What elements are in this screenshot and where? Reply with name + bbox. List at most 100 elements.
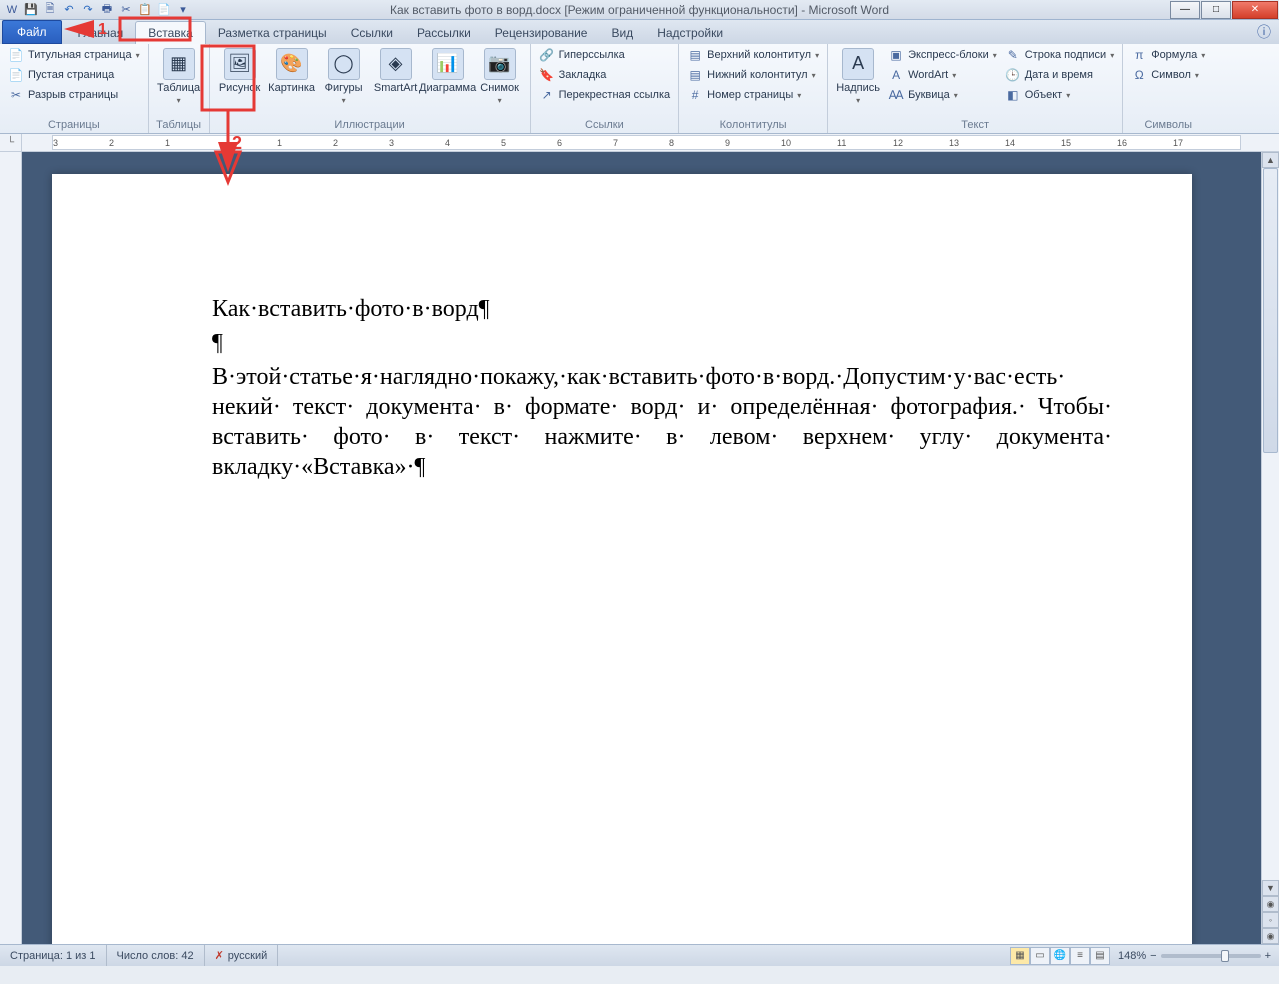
symbol-button[interactable]: ΩСимвол [1129, 66, 1207, 84]
file-tab[interactable]: Файл [2, 20, 62, 44]
date-time-button[interactable]: 🕒Дата и время [1003, 66, 1116, 84]
doc-body[interactable]: В·этой·статье·я·наглядно·покажу,·как·вст… [212, 362, 1112, 482]
ruler-toggle[interactable] [1261, 134, 1279, 151]
zoom-knob[interactable] [1221, 950, 1229, 962]
text-box-icon: A [842, 48, 874, 80]
document-page[interactable]: Как·вставить·фото·в·ворд¶ ¶ В·этой·стать… [52, 174, 1192, 944]
zoom-level[interactable]: 148% [1118, 950, 1146, 962]
tab-mailings[interactable]: Рассылки [405, 22, 483, 44]
draft-view[interactable]: ▤ [1090, 947, 1110, 965]
ruler-corner[interactable]: └ [0, 134, 22, 151]
equation-button[interactable]: πФормула [1129, 46, 1207, 64]
word-logo-icon: W [4, 2, 20, 18]
outline-view[interactable]: ≡ [1070, 947, 1090, 965]
drop-cap-label: Буквица [908, 89, 950, 101]
bookmark-button[interactable]: 🔖Закладка [537, 66, 673, 84]
cut-icon[interactable]: ✂ [118, 2, 134, 18]
smartart-button[interactable]: ◈SmartArt [372, 46, 420, 96]
table-button[interactable]: ▦ Таблица [155, 46, 203, 108]
help-icon[interactable]: ⓘ [1249, 20, 1279, 44]
tab-review[interactable]: Рецензирование [483, 22, 600, 44]
tab-home[interactable]: Главная [66, 22, 136, 44]
cover-page-button[interactable]: 📄Титульная страница [6, 46, 142, 64]
hyperlink-button[interactable]: 🔗Гиперссылка [537, 46, 673, 64]
status-language[interactable]: ✗ русский [205, 945, 279, 966]
page-break-button[interactable]: ✂Разрыв страницы [6, 86, 142, 104]
minimize-button[interactable]: — [1170, 1, 1200, 19]
wordart-button[interactable]: AWordArt [886, 66, 999, 84]
browse-object-button[interactable]: ◦ [1262, 912, 1279, 928]
drop-cap-button[interactable]: ꜲБуквица [886, 86, 999, 104]
quick-parts-label: Экспресс-блоки [908, 49, 989, 61]
picture-button[interactable]: 🖼Рисунок [216, 46, 264, 96]
print-layout-view[interactable]: ▦ [1010, 947, 1030, 965]
web-layout-view[interactable]: 🌐 [1050, 947, 1070, 965]
close-button[interactable]: ✕ [1232, 1, 1278, 19]
quick-parts-icon: ▣ [888, 47, 904, 63]
window-controls: — □ ✕ [1170, 1, 1279, 19]
clipart-label: Картинка [268, 82, 315, 94]
doc-empty-para[interactable]: ¶ [212, 328, 1112, 358]
header-label: Верхний колонтитул [707, 49, 811, 61]
text-box-button[interactable]: AНадпись [834, 46, 882, 108]
tab-addins[interactable]: Надстройки [645, 22, 735, 44]
chart-label: Диаграмма [419, 82, 476, 94]
status-page[interactable]: Страница: 1 из 1 [0, 945, 107, 966]
prev-page-button[interactable]: ◉ [1262, 896, 1279, 912]
quick-access-toolbar: W 💾 🗎 ↶ ↷ 🖶 ✂ 📋 📄 ▾ [0, 2, 191, 18]
tab-page-layout[interactable]: Разметка страницы [206, 22, 339, 44]
redo-icon[interactable]: ↷ [80, 2, 96, 18]
object-button[interactable]: ◧Объект [1003, 86, 1116, 104]
chart-button[interactable]: 📊Диаграмма [424, 46, 472, 96]
header-button[interactable]: ▤Верхний колонтитул [685, 46, 821, 64]
cover-page-icon: 📄 [8, 47, 24, 63]
document-scroll-area[interactable]: Как·вставить·фото·в·ворд¶ ¶ В·этой·стать… [22, 152, 1261, 944]
qat-menu-icon[interactable]: ▾ [175, 2, 191, 18]
next-page-button[interactable]: ◉ [1262, 928, 1279, 944]
tab-references[interactable]: Ссылки [339, 22, 405, 44]
quick-print-icon[interactable]: 🗎 [42, 2, 58, 18]
group-pages: 📄Титульная страница 📄Пустая страница ✂Ра… [0, 44, 149, 133]
tab-insert[interactable]: Вставка [135, 21, 206, 44]
status-bar: Страница: 1 из 1 Число слов: 42 ✗ русски… [0, 944, 1279, 966]
horizontal-ruler[interactable]: 3211234567891011121314151617 [52, 135, 1241, 150]
page-number-button[interactable]: #Номер страницы [685, 86, 821, 104]
scroll-thumb[interactable] [1263, 168, 1278, 453]
copy-icon[interactable]: 📋 [137, 2, 153, 18]
signature-line-button[interactable]: ✎Строка подписи [1003, 46, 1116, 64]
zoom-slider[interactable] [1161, 954, 1261, 958]
undo-icon[interactable]: ↶ [61, 2, 77, 18]
clipart-button[interactable]: 🎨 Картинка [268, 46, 316, 96]
blank-page-button[interactable]: 📄Пустая страница [6, 66, 142, 84]
work-area: Как·вставить·фото·в·ворд¶ ¶ В·этой·стать… [0, 152, 1279, 944]
scroll-down-button[interactable]: ▼ [1262, 880, 1279, 896]
screenshot-button[interactable]: 📷Снимок [476, 46, 524, 108]
full-screen-view[interactable]: ▭ [1030, 947, 1050, 965]
chart-icon: 📊 [432, 48, 464, 80]
vertical-ruler[interactable] [0, 152, 22, 944]
footer-label: Нижний колонтитул [707, 69, 807, 81]
cross-ref-button[interactable]: ↗Перекрестная ссылка [537, 86, 673, 104]
zoom-out-button[interactable]: − [1150, 950, 1156, 962]
footer-button[interactable]: ▤Нижний колонтитул [685, 66, 821, 84]
tab-view[interactable]: Вид [599, 22, 645, 44]
zoom-in-button[interactable]: + [1265, 950, 1271, 962]
blank-page-label: Пустая страница [28, 69, 114, 81]
maximize-button[interactable]: □ [1201, 1, 1231, 19]
screenshot-icon: 📷 [484, 48, 516, 80]
scroll-up-button[interactable]: ▲ [1262, 152, 1279, 168]
cross-ref-label: Перекрестная ссылка [559, 89, 671, 101]
doc-heading[interactable]: Как·вставить·фото·в·ворд¶ [212, 294, 1112, 324]
scroll-track[interactable] [1262, 168, 1279, 880]
bookmark-icon: 🔖 [539, 67, 555, 83]
shapes-button[interactable]: ◯Фигуры [320, 46, 368, 108]
save-icon[interactable]: 💾 [23, 2, 39, 18]
print-icon[interactable]: 🖶 [99, 2, 115, 18]
clipart-icon: 🎨 [276, 48, 308, 80]
shapes-icon: ◯ [328, 48, 360, 80]
quick-parts-button[interactable]: ▣ Экспресс-блоки [886, 46, 999, 64]
object-label: Объект [1025, 89, 1062, 101]
status-words[interactable]: Число слов: 42 [107, 945, 205, 966]
vertical-scrollbar[interactable]: ▲ ▼ ◉ ◦ ◉ [1261, 152, 1279, 944]
paste-icon[interactable]: 📄 [156, 2, 172, 18]
